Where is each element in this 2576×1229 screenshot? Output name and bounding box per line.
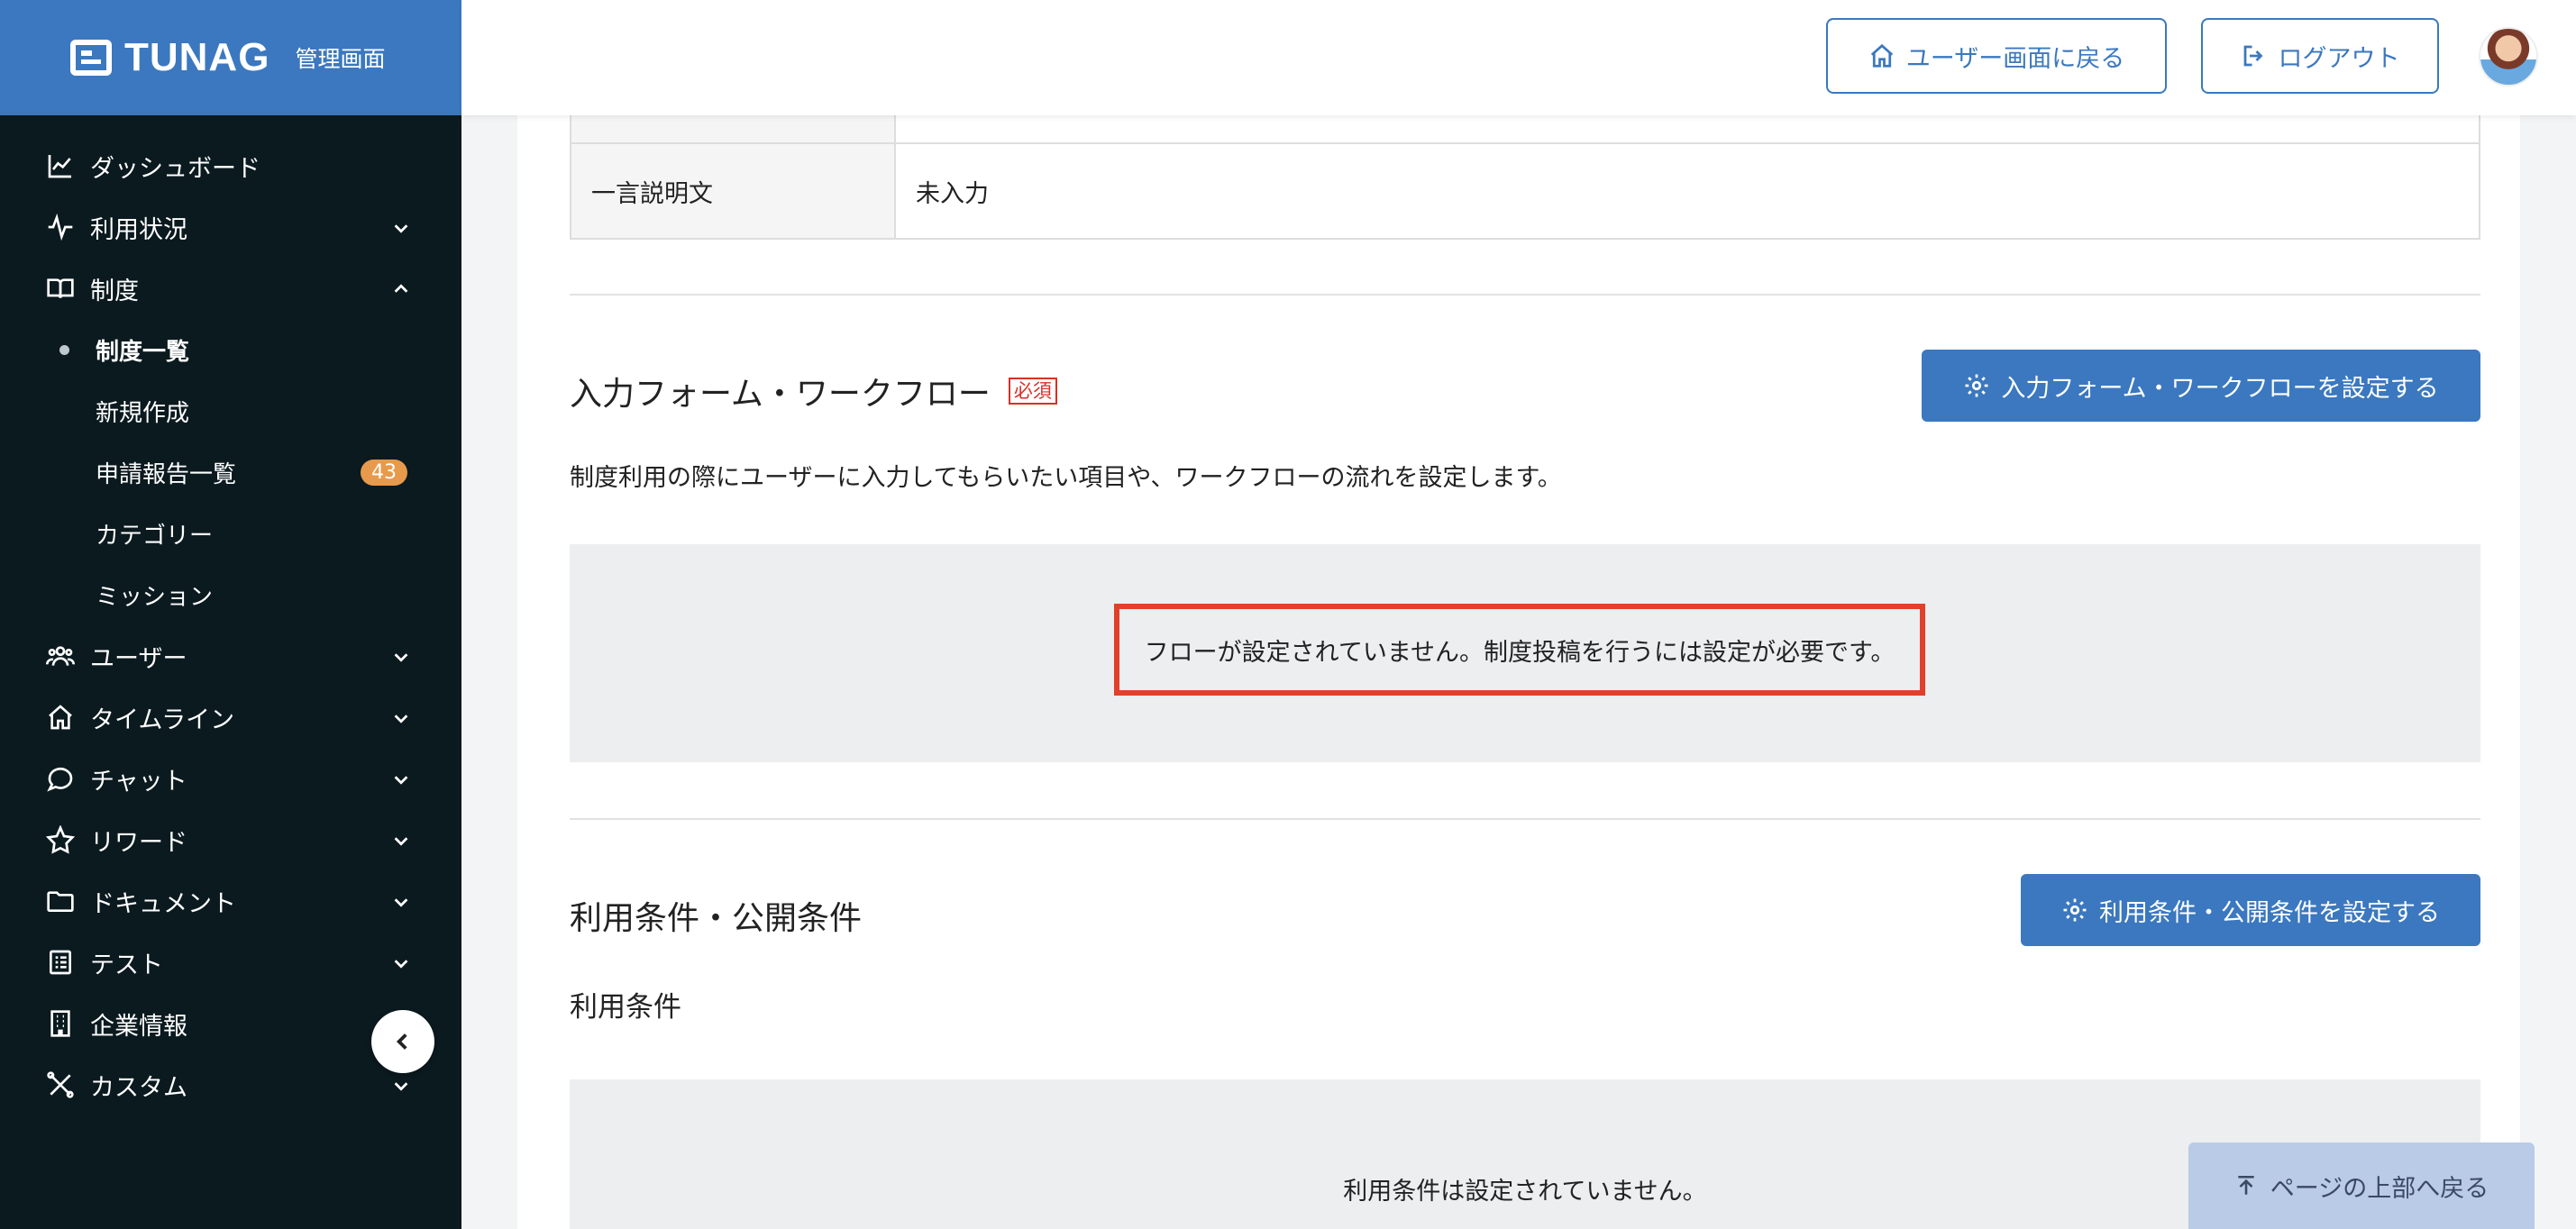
logout-button-label: ログアウト: [2278, 44, 2400, 73]
top-bar: ユーザー画面に戻る ログアウト: [461, 0, 2576, 115]
sidebar-item-chat[interactable]: チャット: [0, 748, 461, 809]
gear-icon: [1965, 374, 1988, 397]
sidebar: TUNAG 管理画面 ダッシュボード 利用状況 制度 制度一覧 新規作成 申請報…: [0, 0, 461, 1229]
configure-terms-button[interactable]: 利用条件・公開条件を設定する: [2021, 874, 2480, 946]
sidebar-subitem-label: ミッション: [96, 583, 214, 611]
table-value-cell: [896, 115, 2479, 142]
sidebar-item-label: ドキュメント: [90, 889, 236, 918]
chevron-down-icon: [391, 829, 411, 849]
tools-icon: [45, 1070, 76, 1100]
logout-button[interactable]: ログアウト: [2201, 18, 2439, 94]
form-section-title: 入力フォーム・ワークフロー 必須: [570, 366, 1057, 416]
count-badge: 43: [361, 459, 407, 486]
sidebar-subitem-category[interactable]: カテゴリー: [0, 503, 461, 564]
sidebar-header: TUNAG 管理画面: [0, 0, 461, 115]
table-value-cell: 未入力: [916, 179, 989, 208]
sidebar-subitem-label: 制度一覧: [96, 338, 190, 366]
admin-label: 管理画面: [295, 46, 386, 72]
checklist-icon: [45, 947, 76, 978]
table-header-cell: [571, 115, 896, 142]
logout-icon: [2243, 45, 2262, 67]
activity-icon: [45, 212, 76, 242]
sidebar-nav: ダッシュボード 利用状況 制度 制度一覧 新規作成 申請報告一覧 43 カテゴリ…: [0, 135, 461, 1115]
chevron-up-icon: [391, 278, 411, 297]
sidebar-item-label: 企業情報: [90, 1012, 187, 1041]
flow-warning-notice: フローが設定されていません。制度投稿を行うには設定が必要です。: [1114, 604, 1925, 696]
sidebar-item-label: タイムライン: [90, 706, 235, 734]
logo[interactable]: TUNAG 管理画面: [70, 35, 385, 80]
folder-icon: [45, 886, 76, 916]
sidebar-item-usage[interactable]: 利用状況: [0, 196, 461, 258]
book-icon: [45, 273, 76, 304]
sidebar-subitem-label: 申請報告一覧: [96, 460, 237, 488]
sidebar-item-dashboard[interactable]: ダッシュボード: [0, 135, 461, 196]
flow-panel: フローが設定されていません。制度投稿を行うには設定が必要です。: [570, 544, 2480, 762]
sidebar-item-label: 利用状況: [90, 215, 187, 244]
chat-icon: [45, 763, 76, 794]
sidebar-item-timeline[interactable]: タイムライン: [0, 687, 461, 748]
configure-form-button[interactable]: 入力フォーム・ワークフローを設定する: [1922, 350, 2480, 422]
configure-terms-button-label: 利用条件・公開条件を設定する: [2099, 898, 2440, 927]
required-badge: 必須: [1008, 378, 1057, 405]
star-icon: [45, 824, 76, 855]
chevron-down-icon: [391, 645, 411, 665]
sidebar-item-label: チャット: [90, 767, 187, 796]
table-row: 一言説明文 未入力: [571, 144, 2479, 238]
sidebar-subitem-applications[interactable]: 申請報告一覧 43: [0, 442, 461, 503]
sidebar-item-users[interactable]: ユーザー: [0, 625, 461, 687]
user-screen-button-label: ユーザー画面に戻る: [1905, 44, 2125, 73]
chevron-down-icon: [391, 1074, 411, 1094]
sidebar-subitem-system-list[interactable]: 制度一覧: [0, 319, 461, 380]
terms-section-title: 利用条件・公開条件: [570, 900, 863, 937]
sidebar-item-label: 制度: [90, 277, 139, 305]
divider: [570, 294, 2480, 296]
chevron-down-icon: [391, 951, 411, 971]
chevron-down-icon: [391, 216, 411, 236]
logo-text: TUNAG: [124, 35, 270, 79]
sidebar-item-label: カスタム: [90, 1073, 187, 1102]
detail-table: 一言説明文 未入力: [570, 115, 2480, 240]
collapse-sidebar-button[interactable]: [371, 1010, 434, 1073]
sidebar-item-document[interactable]: ドキュメント: [0, 870, 461, 932]
home-icon: [45, 702, 76, 733]
main-content: 一言説明文 未入力 入力フォーム・ワークフロー 必須 入力フォーム・ワークフロー…: [517, 115, 2520, 1229]
back-to-top-label: ページの上部へ戻る: [2270, 1174, 2489, 1203]
sidebar-subitem-label: 新規作成: [96, 399, 190, 427]
sidebar-item-test[interactable]: テスト: [0, 932, 461, 993]
building-icon: [45, 1008, 76, 1039]
divider: [570, 818, 2480, 820]
active-dot: [59, 344, 69, 355]
home-icon: [1870, 43, 1893, 68]
sidebar-item-reward[interactable]: リワード: [0, 809, 461, 870]
sidebar-item-label: ダッシュボード: [90, 154, 260, 183]
sidebar-item-label: リワード: [90, 828, 187, 857]
table-header-cell: 一言説明文: [571, 144, 896, 238]
chart-icon: [45, 150, 76, 181]
section-title-text: 入力フォーム・ワークフロー: [570, 376, 991, 413]
chevron-down-icon: [391, 768, 411, 787]
sidebar-item-label: テスト: [90, 951, 163, 979]
arrow-up-icon: [2238, 1175, 2254, 1195]
sidebar-subitem-mission[interactable]: ミッション: [0, 564, 461, 625]
form-section-description: 制度利用の際にユーザーに入力してもらいたい項目や、ワークフローの流れを設定します…: [570, 464, 1562, 492]
terms-subtitle: 利用条件: [570, 991, 681, 1024]
sidebar-item-system[interactable]: 制度: [0, 258, 461, 319]
configure-form-button-label: 入力フォーム・ワークフローを設定する: [2001, 374, 2439, 403]
logo-icon: [70, 40, 112, 76]
users-icon: [45, 641, 76, 671]
sidebar-subitem-label: カテゴリー: [96, 522, 214, 550]
chevron-down-icon: [391, 706, 411, 726]
user-screen-button[interactable]: ユーザー画面に戻る: [1826, 18, 2167, 94]
sidebar-subitem-new[interactable]: 新規作成: [0, 380, 461, 442]
table-row: [571, 115, 2479, 144]
gear-icon: [2063, 898, 2087, 922]
chevron-left-icon: [396, 1033, 407, 1050]
sidebar-item-label: ユーザー: [90, 644, 187, 673]
back-to-top-button[interactable]: ページの上部へ戻る: [2188, 1143, 2535, 1229]
avatar[interactable]: [2479, 27, 2538, 86]
chevron-down-icon: [391, 890, 411, 910]
